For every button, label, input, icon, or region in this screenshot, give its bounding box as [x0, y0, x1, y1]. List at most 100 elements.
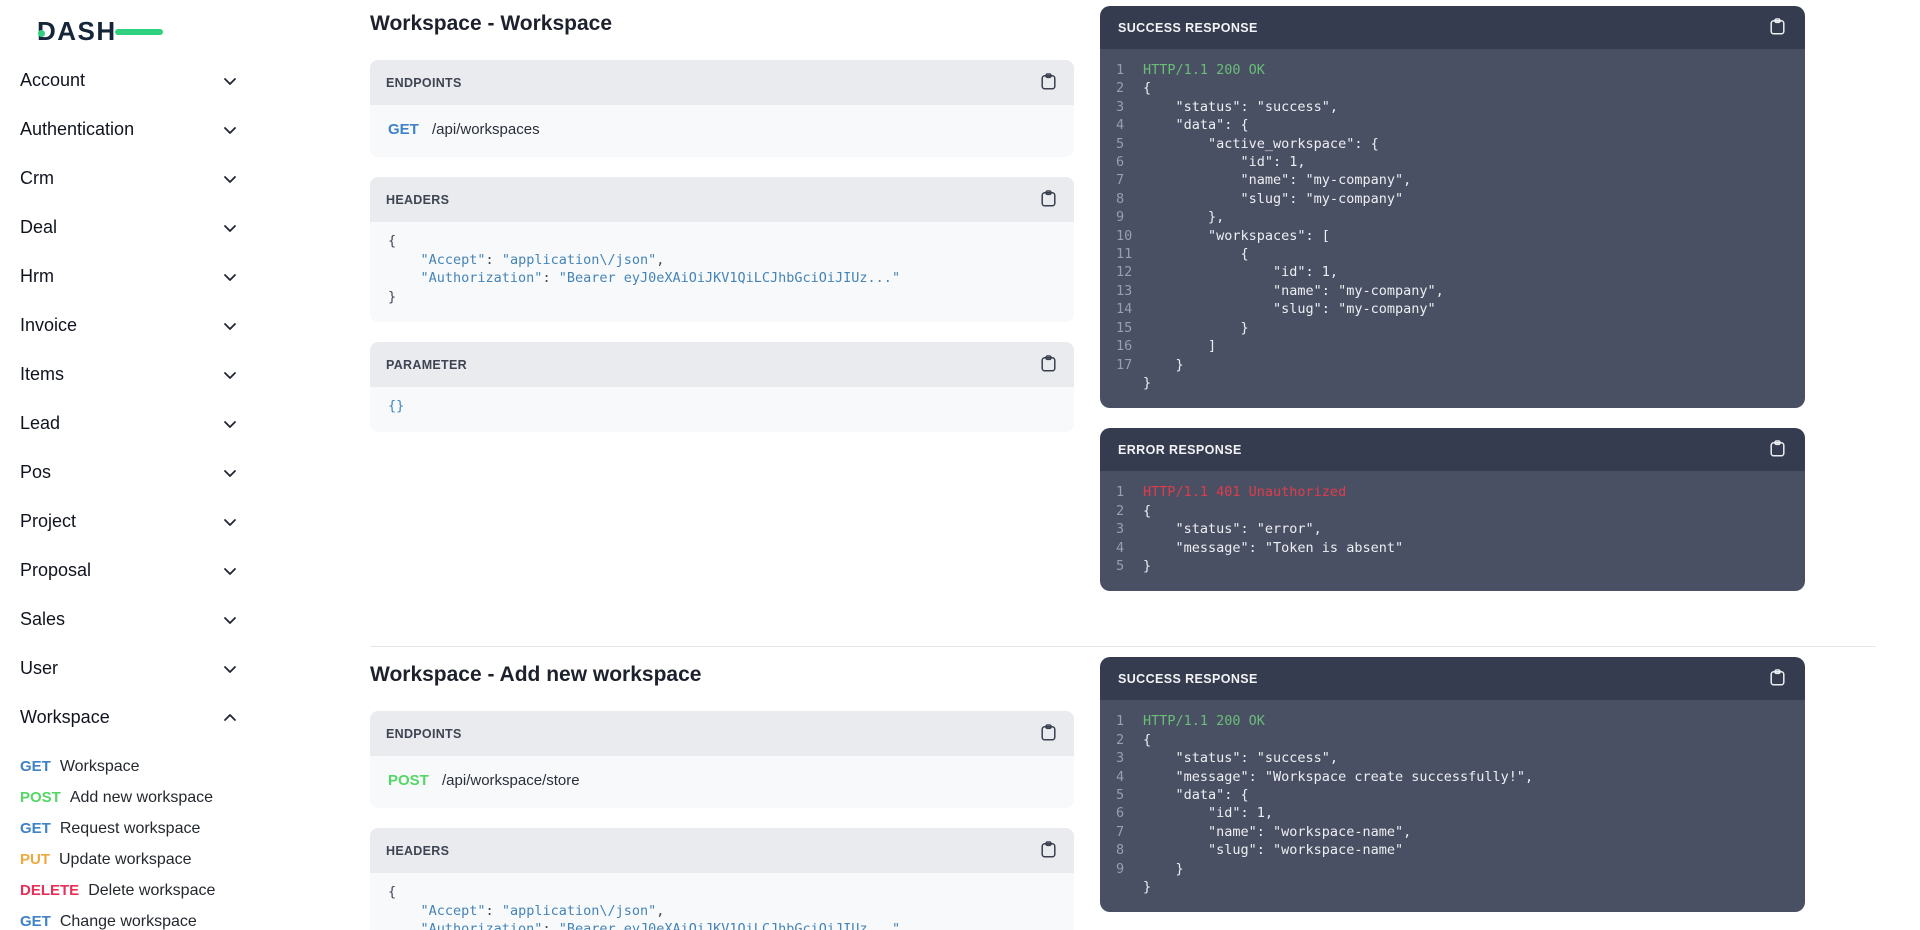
code-line: }: [1100, 374, 1787, 392]
code-text: "slug": "workspace-name": [1143, 841, 1787, 859]
copy-icon: [1770, 669, 1785, 689]
response-panel-header: ERROR RESPONSE: [1100, 428, 1805, 471]
panel-headers: HEADERS{ "Accept": "application\/json", …: [370, 177, 1074, 322]
code-line: 17 }: [1100, 356, 1787, 374]
response-code-block: 1HTTP/1.1 401 Unauthorized2{3 "status": …: [1100, 471, 1805, 591]
response-code-block: 1HTTP/1.1 200 OK2{3 "status": "success",…: [1100, 700, 1805, 912]
panel-endpoints: ENDPOINTSGET /api/workspaces: [370, 60, 1074, 157]
page-title: Workspace - Add new workspace: [370, 663, 1074, 687]
brand-logo[interactable]: DASH: [37, 16, 137, 48]
brand-logo-text: DASH: [37, 16, 117, 46]
sidebar-item-hrm[interactable]: Hrm: [20, 252, 238, 301]
sidebar-item-pos[interactable]: Pos: [20, 448, 238, 497]
response-panel-title: SUCCESS RESPONSE: [1118, 672, 1258, 686]
code-text: HTTP/1.1 200 OK: [1143, 61, 1787, 79]
code-text: ]: [1143, 337, 1787, 355]
panel-title: ENDPOINTS: [386, 727, 462, 741]
copy-button[interactable]: [1039, 841, 1058, 861]
chevron-down-icon: [222, 318, 238, 334]
endpoint-path: /api/workspaces: [432, 121, 540, 138]
line-number: 2: [1116, 731, 1143, 749]
copy-button[interactable]: [1768, 440, 1787, 460]
code-line: 4 "message": "Workspace create successfu…: [1100, 768, 1787, 786]
sidebar-item-proposal[interactable]: Proposal: [20, 546, 238, 595]
submenu-item-label: Change workspace: [60, 913, 197, 930]
sidebar-item-label: Authentication: [20, 119, 134, 140]
code-line: 4 "data": {: [1100, 116, 1787, 134]
sidebar-item-label: Pos: [20, 462, 51, 483]
code-text: {: [1143, 79, 1787, 97]
sidebar-item-invoice[interactable]: Invoice: [20, 301, 238, 350]
code-line: 14 "slug": "my-company": [1100, 300, 1787, 318]
submenu-item-label: Update workspace: [59, 851, 192, 869]
copy-button[interactable]: [1768, 669, 1787, 689]
line-number: 5: [1116, 786, 1143, 804]
sidebar-item-label: Crm: [20, 168, 54, 189]
submenu-item-change-workspace[interactable]: GET Change workspace: [20, 906, 238, 930]
code-text: "id": 1,: [1143, 263, 1787, 281]
code-text: "name": "my-company",: [1143, 282, 1787, 300]
sidebar-item-project[interactable]: Project: [20, 497, 238, 546]
code-text: "data": {: [1143, 786, 1787, 804]
sidebar-item-label: Account: [20, 70, 85, 91]
sidebar-item-workspace[interactable]: Workspace: [20, 693, 238, 742]
response-code-block: 1HTTP/1.1 200 OK2{3 "status": "success",…: [1100, 49, 1805, 408]
submenu-item-label: Workspace: [60, 758, 140, 776]
sidebar-item-deal[interactable]: Deal: [20, 203, 238, 252]
copy-button[interactable]: [1039, 355, 1058, 375]
submenu-item-workspace[interactable]: GETWorkspace: [20, 751, 238, 782]
code-line: 4 "message": "Token is absent": [1100, 539, 1787, 557]
code-line: 16 ]: [1100, 337, 1787, 355]
section-divider: [370, 646, 1876, 647]
method-badge: GET: [20, 913, 51, 930]
copy-button[interactable]: [1039, 73, 1058, 93]
code-text: }: [1143, 374, 1787, 392]
chevron-down-icon: [222, 171, 238, 187]
code-text: }: [1143, 557, 1787, 575]
line-number: 6: [1116, 153, 1143, 171]
line-number: 13: [1116, 282, 1143, 300]
response-panel-header: SUCCESS RESPONSE: [1100, 657, 1805, 700]
copy-button[interactable]: [1768, 18, 1787, 38]
code-text: "id": 1,: [1143, 804, 1787, 822]
submenu-item-add-new-workspace[interactable]: POSTAdd new workspace: [20, 782, 238, 813]
code-line: }: [1100, 878, 1787, 896]
code-line: 2{: [1100, 731, 1787, 749]
code-text: "status": "success",: [1143, 749, 1787, 767]
response-panel-success-response: SUCCESS RESPONSE 1HTTP/1.1 200 OK2{3 "sta…: [1100, 657, 1805, 912]
code-line: {: [388, 232, 1056, 251]
line-number: 9: [1116, 208, 1143, 226]
app-root: DASH Account Authentication Crm DealHrm Invo…: [0, 0, 1920, 930]
copy-icon: [1770, 18, 1785, 38]
code-text: }: [1143, 860, 1787, 878]
line-number: 5: [1116, 135, 1143, 153]
content: Workspace - Workspace ENDPOINTSGET /api/w…: [302, 0, 1920, 930]
copy-button[interactable]: [1039, 724, 1058, 744]
brand-logo-dash: [115, 29, 163, 35]
line-number: 4: [1116, 116, 1143, 134]
line-number: 4: [1116, 539, 1143, 557]
code-line: 7 "name": "my-company",: [1100, 171, 1787, 189]
code-block: {}: [370, 387, 1074, 432]
copy-button[interactable]: [1039, 190, 1058, 210]
page-title: Workspace - Workspace: [370, 12, 1074, 36]
sidebar-item-account[interactable]: Account: [20, 56, 238, 105]
sidebar-item-sales[interactable]: Sales: [20, 595, 238, 644]
sidebar-item-crm[interactable]: Crm: [20, 154, 238, 203]
chevron-down-icon: [222, 514, 238, 530]
response-panel-title: ERROR RESPONSE: [1118, 443, 1242, 457]
submenu-item-label: Delete workspace: [88, 882, 215, 900]
sidebar-item-items[interactable]: Items: [20, 350, 238, 399]
sidebar-item-lead[interactable]: Lead: [20, 399, 238, 448]
submenu-item-request-workspace[interactable]: GETRequest workspace: [20, 813, 238, 844]
line-number: 10: [1116, 227, 1143, 245]
code-text: "id": 1,: [1143, 153, 1787, 171]
submenu-item-update-workspace[interactable]: PUTUpdate workspace: [20, 844, 238, 875]
chevron-down-icon: [222, 367, 238, 383]
sidebar-nav: Account Authentication Crm DealHrm Invoice It…: [20, 56, 238, 930]
sidebar-item-user[interactable]: User: [20, 644, 238, 693]
sidebar-item-authentication[interactable]: Authentication: [20, 105, 238, 154]
sidebar-item-label: Invoice: [20, 315, 77, 336]
line-number: 7: [1116, 171, 1143, 189]
submenu-item-delete-workspace[interactable]: DELETEDelete workspace: [20, 875, 238, 906]
